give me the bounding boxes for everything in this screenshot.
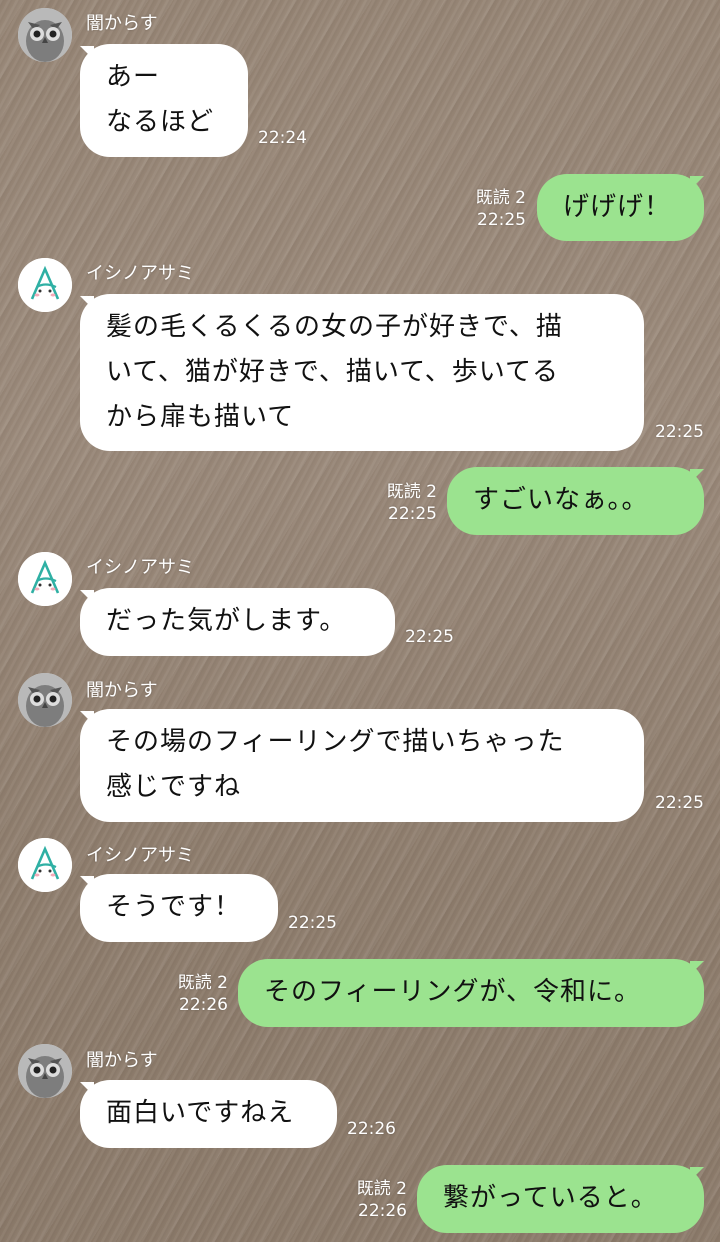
message-time: 22:25 bbox=[405, 627, 454, 647]
sender-name: イシノアサミ bbox=[86, 263, 194, 284]
message-bubble[interactable]: だった気がします。 bbox=[80, 588, 395, 656]
message-bubble[interactable]: その場のフィーリングで描いちゃった 感じですね bbox=[80, 709, 644, 822]
read-meta: 既読 2 22:26 bbox=[178, 972, 228, 1016]
message-time: 22:26 bbox=[347, 1119, 396, 1139]
letter-a-avatar-icon[interactable] bbox=[18, 552, 72, 606]
sender-name: イシノアサミ bbox=[86, 845, 194, 866]
message-time: 22:25 bbox=[388, 504, 437, 524]
message-time: 22:25 bbox=[288, 913, 337, 933]
message-time: 22:25 bbox=[655, 422, 704, 442]
message-bubble[interactable]: 髪の毛くるくるの女の子が好きで、描 いて、猫が好きで、描いて、歩いてる から扉も… bbox=[80, 294, 644, 451]
read-receipt: 既読 2 bbox=[356, 1179, 407, 1199]
read-meta: 既読 2 22:25 bbox=[387, 481, 437, 525]
sender-name: イシノアサミ bbox=[86, 557, 194, 578]
owl-avatar-icon[interactable] bbox=[18, 1044, 72, 1098]
message-time: 22:26 bbox=[179, 995, 228, 1015]
read-receipt: 既読 2 bbox=[386, 482, 437, 502]
letter-a-avatar-icon[interactable] bbox=[18, 838, 72, 892]
read-receipt: 既読 2 bbox=[475, 188, 526, 208]
message-bubble[interactable]: 面白いですねえ bbox=[80, 1080, 337, 1148]
sender-name: 闇からす bbox=[86, 1050, 158, 1071]
message-time: 22:25 bbox=[477, 210, 526, 230]
message-bubble[interactable]: そのフィーリングが、令和に。 bbox=[238, 959, 704, 1027]
message-time: 22:24 bbox=[258, 128, 307, 148]
letter-a-avatar-icon[interactable] bbox=[18, 258, 72, 312]
sender-name: 闇からす bbox=[86, 13, 158, 34]
message-time: 22:25 bbox=[655, 793, 704, 813]
sender-name: 闇からす bbox=[86, 680, 158, 701]
message-bubble[interactable]: そうです！ bbox=[80, 874, 278, 942]
message-bubble[interactable]: あー なるほど bbox=[80, 44, 248, 157]
read-receipt: 既読 2 bbox=[177, 973, 228, 993]
message-time: 22:26 bbox=[358, 1201, 407, 1221]
read-meta: 既読 2 22:26 bbox=[357, 1178, 407, 1222]
message-bubble[interactable]: げげげ！ bbox=[537, 174, 704, 241]
message-bubble[interactable]: 繋がっていると。 bbox=[417, 1165, 704, 1233]
owl-avatar-icon[interactable] bbox=[18, 8, 72, 62]
read-meta: 既読 2 22:25 bbox=[476, 187, 526, 231]
owl-avatar-icon[interactable] bbox=[18, 673, 72, 727]
message-bubble[interactable]: すごいなぁ。。 bbox=[447, 467, 704, 535]
